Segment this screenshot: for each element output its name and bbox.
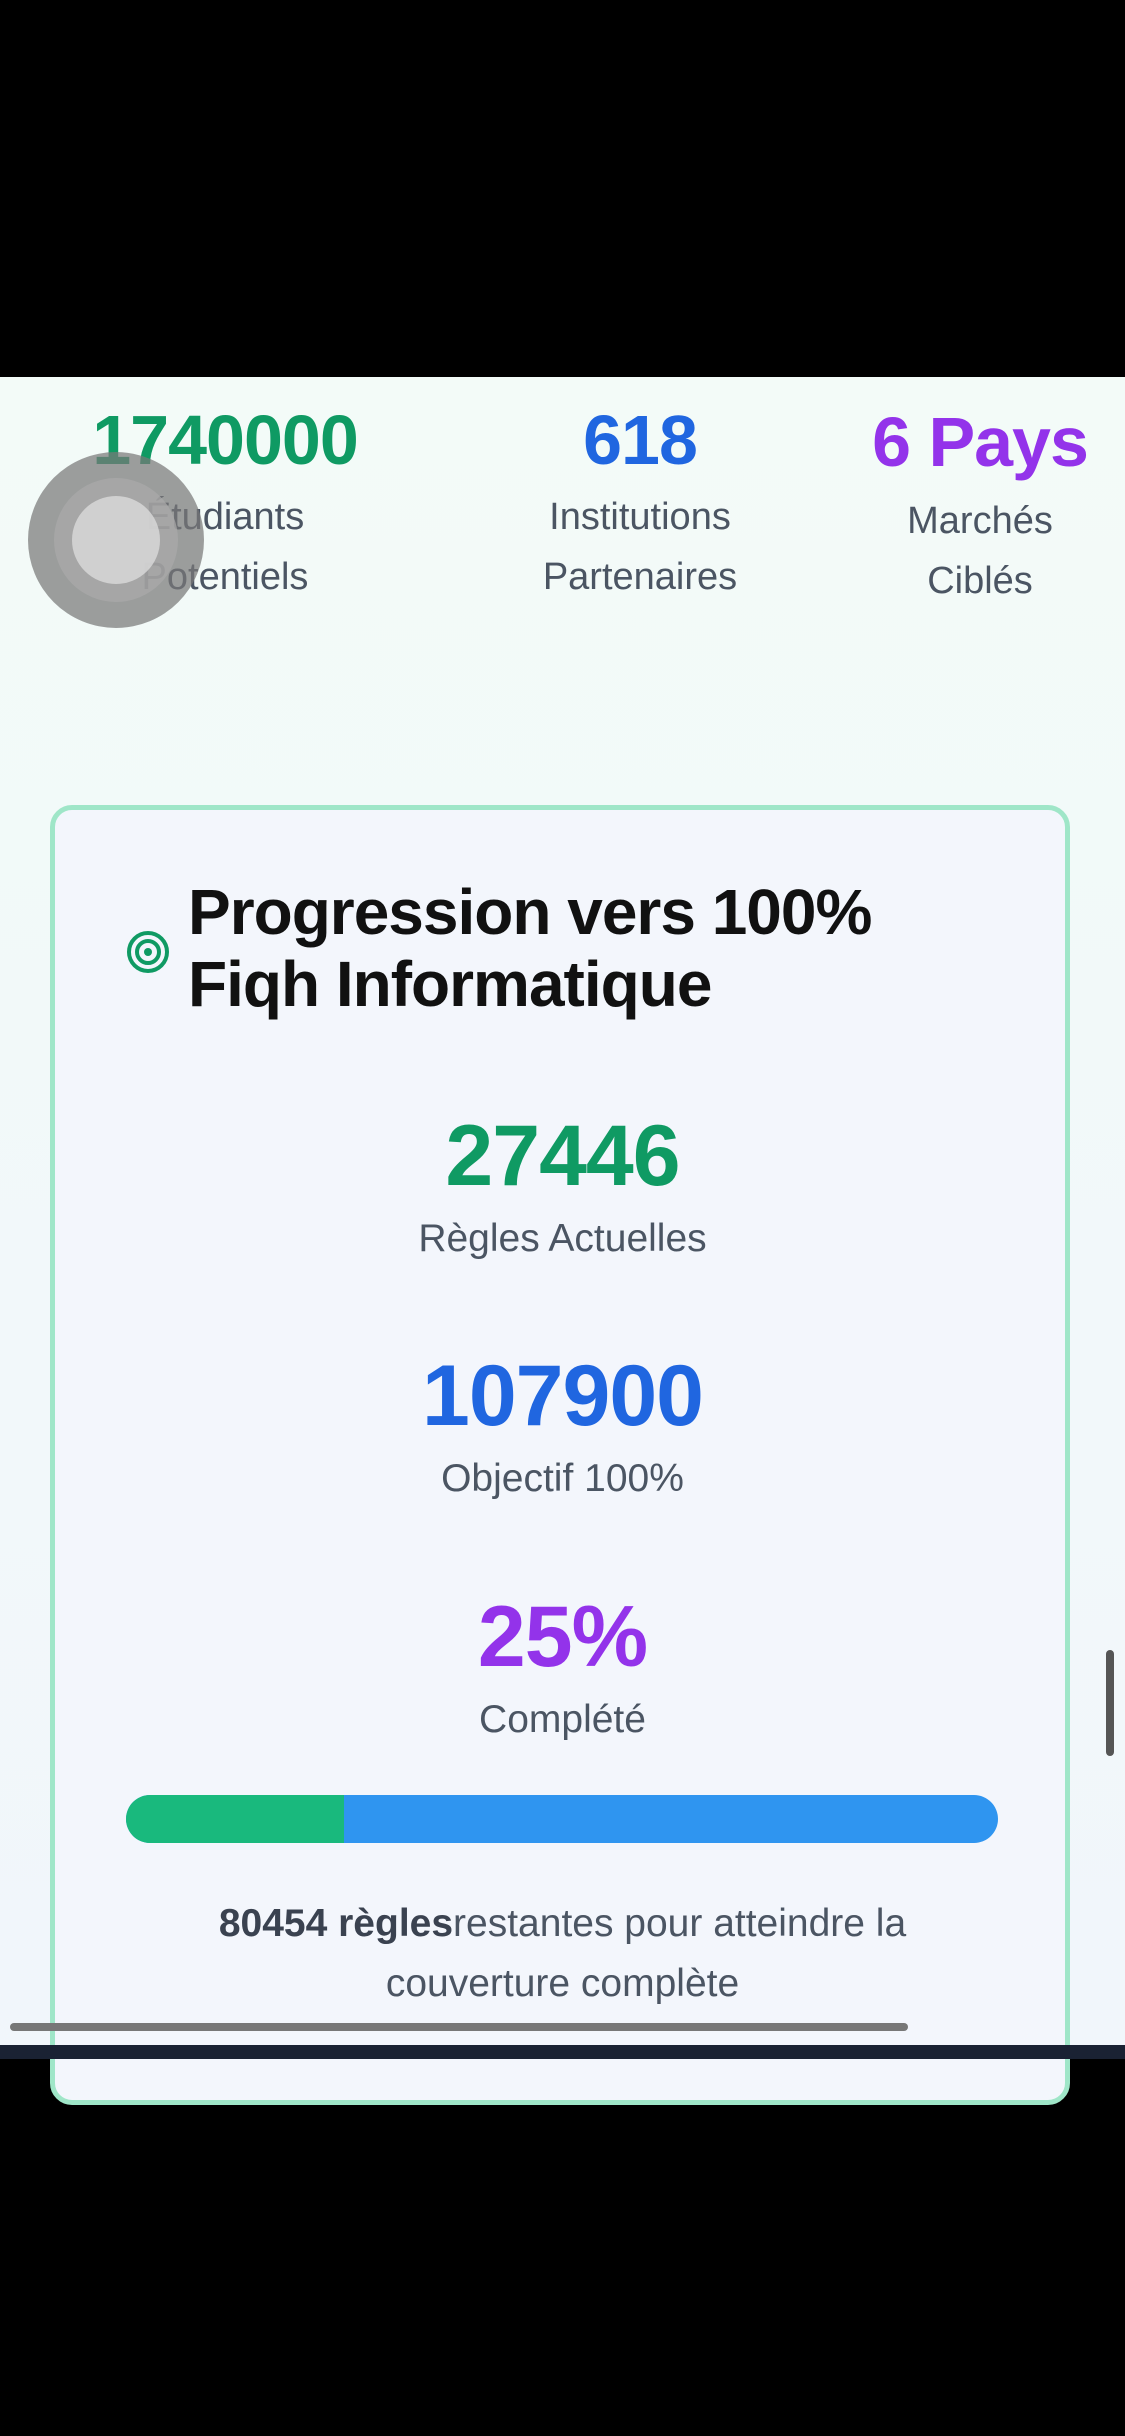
metric-current-label: Règles Actuelles <box>418 1217 707 1260</box>
home-indicator[interactable] <box>10 2023 908 2031</box>
stat-countries-value: 6 Pays <box>872 403 1089 481</box>
stat-institutions-label: Institutions Partenaires <box>542 496 738 598</box>
card-title: Progression vers 100% Fiqh Informatique <box>188 876 872 1020</box>
metric-percent-value: 25% <box>477 1589 648 1685</box>
progress-bar-fill <box>126 1795 344 1843</box>
stat-institutions-value: 618 <box>583 401 698 479</box>
scrollbar[interactable] <box>1106 1650 1114 1756</box>
metric-percent-label: Complété <box>479 1698 646 1741</box>
stat-countries: 6 Pays Marchés Ciblés <box>870 403 1090 611</box>
stat-institutions: 618 Institutions Partenaires <box>470 405 810 607</box>
remaining-description: restantes pour atteindre la couverture c… <box>385 1902 907 2005</box>
stat-countries-label: Marchés Ciblés <box>907 500 1053 602</box>
bottom-bar <box>0 2045 1125 2059</box>
remaining-text: 80454 règlesrestantes pour atteindre la … <box>0 1894 1125 2014</box>
metric-current-value: 27446 <box>445 1108 680 1204</box>
assistive-touch-icon[interactable] <box>28 452 204 628</box>
metric-percent: 25% Complété <box>0 1594 1125 1742</box>
metric-target-label: Objectif 100% <box>441 1457 684 1500</box>
progress-bar <box>126 1795 998 1843</box>
metric-target: 107900 Objectif 100% <box>0 1353 1125 1501</box>
target-icon <box>127 931 169 973</box>
metric-current: 27446 Règles Actuelles <box>0 1113 1125 1261</box>
remaining-count: 80454 règles <box>218 1902 454 1945</box>
metric-target-value: 107900 <box>422 1348 704 1444</box>
